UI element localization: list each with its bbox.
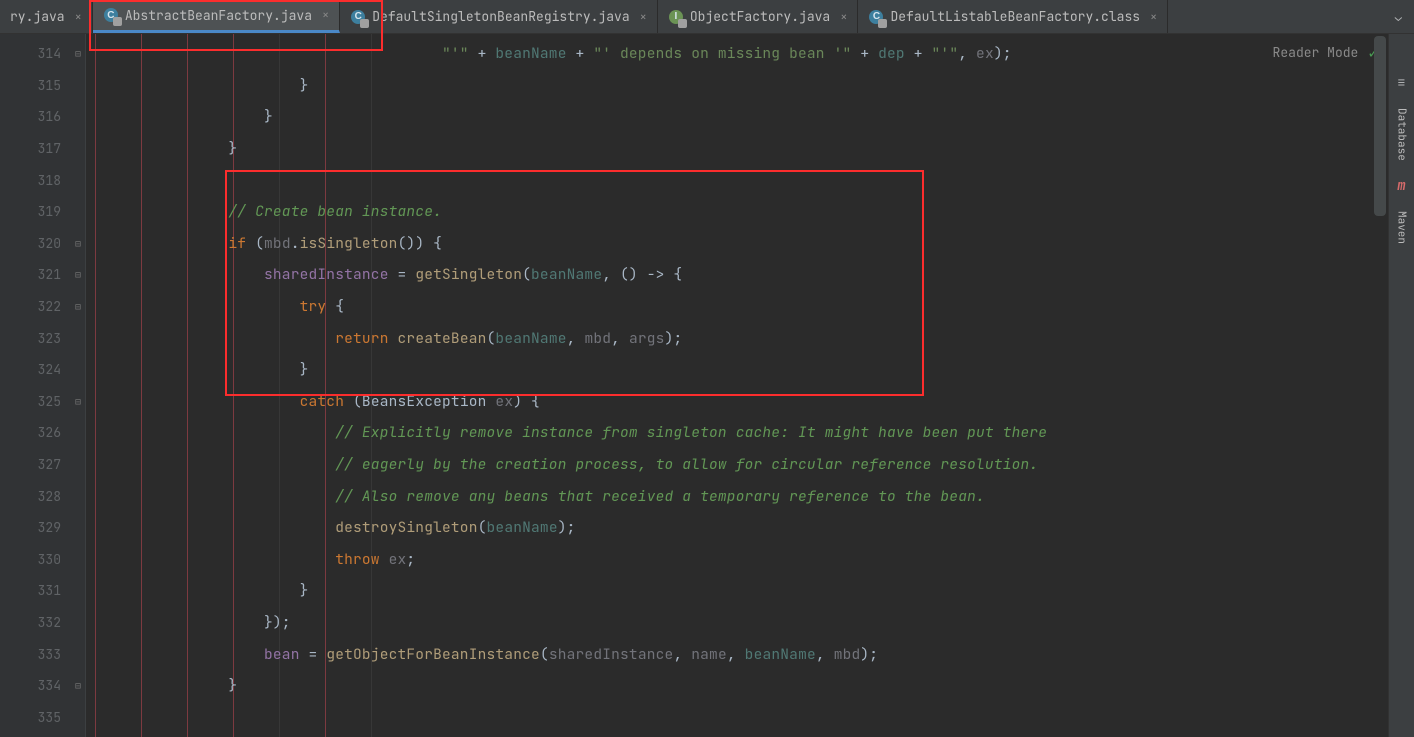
line-number: 325⊟: [0, 386, 85, 418]
tab-label: ObjectFactory.java: [690, 8, 830, 25]
fold-icon[interactable]: ⊟: [75, 47, 81, 60]
code-line: }: [86, 133, 1388, 165]
line-number: 335: [0, 701, 85, 733]
code-line: // eagerly by the creation process, to a…: [86, 449, 1388, 481]
code-line: return createBean(beanName, mbd, args);: [86, 322, 1388, 354]
close-icon[interactable]: ×: [322, 7, 329, 23]
class-icon: C: [350, 9, 366, 25]
code-line: try {: [86, 291, 1388, 323]
line-number: 327: [0, 449, 85, 481]
tabs-overflow[interactable]: ⌄: [1383, 9, 1414, 25]
tab-object-factory[interactable]: I ObjectFactory.java ×: [658, 0, 859, 33]
line-number: 330: [0, 544, 85, 576]
line-number: 319: [0, 196, 85, 228]
code-line: if (mbd.isSingleton()) {: [86, 228, 1388, 260]
scrollbar[interactable]: [1374, 36, 1386, 216]
line-number: 318: [0, 164, 85, 196]
fold-icon[interactable]: ⊟: [75, 268, 81, 281]
maven-tool-icon[interactable]: m: [1397, 177, 1405, 195]
tab-default-listable[interactable]: C DefaultListableBeanFactory.class ×: [858, 0, 1168, 33]
code-line: // Explicitly remove instance from singl…: [86, 417, 1388, 449]
editor-tabs: ry.java × C AbstractBeanFactory.java × C…: [0, 0, 1414, 34]
close-icon[interactable]: ×: [840, 9, 847, 25]
line-number: 329: [0, 512, 85, 544]
line-number: 316: [0, 101, 85, 133]
right-tool-rail: ≡ Database m Maven: [1388, 34, 1414, 737]
line-number: 320⊟: [0, 228, 85, 260]
reader-mode-label: Reader Mode: [1273, 44, 1359, 61]
tab-abstract-bean-factory[interactable]: C AbstractBeanFactory.java ×: [93, 0, 340, 33]
line-number: 332: [0, 607, 85, 639]
code-line: }: [86, 70, 1388, 102]
interface-icon: I: [668, 9, 684, 25]
line-number: 314⊟: [0, 38, 85, 70]
line-number: 323: [0, 322, 85, 354]
line-number: 334⊟: [0, 670, 85, 702]
code-content[interactable]: "'" + beanName + "' depends on missing b…: [86, 34, 1388, 737]
code-line: }: [86, 354, 1388, 386]
line-number: 322⊟: [0, 291, 85, 323]
fold-icon[interactable]: ⊟: [75, 679, 81, 692]
line-number: 326: [0, 417, 85, 449]
line-number: 321⊟: [0, 259, 85, 291]
close-icon[interactable]: ×: [75, 9, 82, 25]
line-number: 331: [0, 575, 85, 607]
code-line: sharedInstance = getSingleton(beanName, …: [86, 259, 1388, 291]
code-line: [86, 164, 1388, 196]
database-label[interactable]: Database: [1395, 108, 1409, 161]
maven-label[interactable]: Maven: [1395, 211, 1409, 244]
code-line: [86, 701, 1388, 733]
code-line: }: [86, 670, 1388, 702]
code-line: }: [86, 575, 1388, 607]
tab-label: ry.java: [10, 8, 65, 25]
line-number: 315: [0, 70, 85, 102]
fold-icon[interactable]: ⊟: [75, 300, 81, 313]
code-line: // Also remove any beans that received a…: [86, 480, 1388, 512]
line-number: 317: [0, 133, 85, 165]
class-icon: C: [868, 9, 884, 25]
tab-label: DefaultListableBeanFactory.class: [890, 8, 1140, 25]
code-line: }: [86, 101, 1388, 133]
reader-mode-toggle[interactable]: Reader Mode ✓: [1273, 42, 1378, 63]
tab-label: AbstractBeanFactory.java: [125, 7, 312, 24]
close-icon[interactable]: ×: [1150, 9, 1157, 25]
editor-area: 314⊟ 315 316 317 318 319 320⊟ 321⊟ 322⊟ …: [0, 34, 1414, 737]
class-icon: C: [103, 7, 119, 23]
fold-icon[interactable]: ⊟: [75, 395, 81, 408]
code-line: bean = getObjectForBeanInstance(sharedIn…: [86, 638, 1388, 670]
code-line: destroySingleton(beanName);: [86, 512, 1388, 544]
line-number: 333: [0, 638, 85, 670]
tab-label: DefaultSingletonBeanRegistry.java: [372, 8, 629, 25]
gutter: 314⊟ 315 316 317 318 319 320⊟ 321⊟ 322⊟ …: [0, 34, 86, 737]
line-number: 324: [0, 354, 85, 386]
database-tool-icon[interactable]: ≡: [1397, 74, 1405, 92]
close-icon[interactable]: ×: [640, 9, 647, 25]
code-line: // Create bean instance.: [86, 196, 1388, 228]
fold-icon[interactable]: ⊟: [75, 237, 81, 250]
line-number: 328: [0, 480, 85, 512]
tab-default-singleton[interactable]: C DefaultSingletonBeanRegistry.java ×: [340, 0, 658, 33]
tab-partial[interactable]: ry.java ×: [0, 0, 93, 33]
code-line: throw ex;: [86, 544, 1388, 576]
code-line: catch (BeansException ex) {: [86, 386, 1388, 418]
code-line: "'" + beanName + "' depends on missing b…: [86, 38, 1388, 70]
code-line: });: [86, 607, 1388, 639]
